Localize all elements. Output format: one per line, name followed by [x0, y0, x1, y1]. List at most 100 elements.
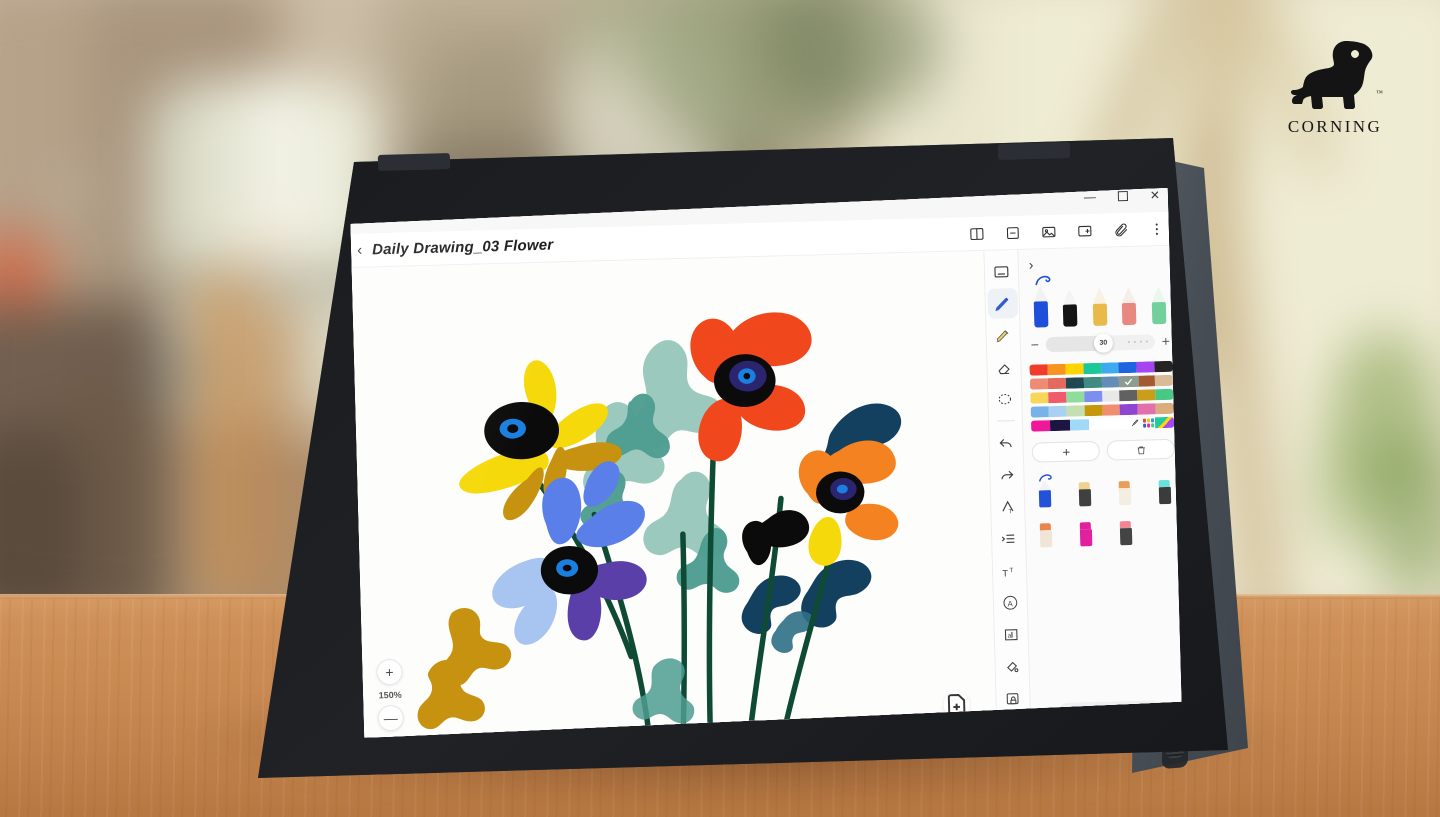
- image-icon[interactable]: [1040, 223, 1057, 240]
- swatch[interactable]: [1066, 405, 1084, 416]
- swatch[interactable]: [1048, 406, 1066, 417]
- swatch[interactable]: [1101, 362, 1119, 373]
- swatch[interactable]: [1030, 378, 1048, 389]
- font-style-icon[interactable]: A: [995, 587, 1026, 618]
- fountain-pen-option[interactable]: [1031, 285, 1049, 327]
- attachment-icon[interactable]: [1112, 221, 1129, 238]
- swatch[interactable]: [1083, 363, 1101, 374]
- fav-fountain-pen-blue[interactable]: [1037, 480, 1053, 507]
- swatch[interactable]: [1108, 418, 1128, 430]
- swatch[interactable]: [1102, 390, 1120, 401]
- size-slider-knob[interactable]: 30: [1094, 333, 1114, 353]
- text-indent-icon[interactable]: [993, 523, 1024, 554]
- text-align-icon[interactable]: a: [996, 619, 1027, 650]
- laptop-screen: ← Samsung Note — ✕ ‹ Daily Drawing_03 Fl…: [350, 188, 1182, 738]
- pen-icon[interactable]: [987, 288, 1018, 319]
- swatch[interactable]: [1048, 392, 1066, 403]
- pen-size-control: − 30 +: [1029, 328, 1173, 358]
- fav-marker-pink[interactable]: [1118, 521, 1134, 545]
- swatch-row-5: [1031, 417, 1174, 432]
- swatch[interactable]: [1089, 419, 1109, 431]
- swatch[interactable]: [1050, 420, 1070, 432]
- fav-pen-orange-2[interactable]: [1038, 523, 1054, 547]
- swatch[interactable]: [1066, 391, 1084, 402]
- swatch[interactable]: [1101, 376, 1119, 387]
- swatch[interactable]: [1102, 404, 1120, 415]
- zoom-out-button[interactable]: —: [377, 705, 404, 732]
- redo-icon[interactable]: [991, 459, 1022, 490]
- fav-pen-orange[interactable]: [1117, 481, 1133, 505]
- swatch[interactable]: [1084, 391, 1102, 402]
- maximize-button[interactable]: [1118, 191, 1128, 201]
- swatch[interactable]: [1047, 364, 1065, 375]
- size-increase-button[interactable]: +: [1160, 333, 1172, 349]
- undo-icon[interactable]: [991, 427, 1022, 458]
- swatch[interactable]: [1137, 361, 1155, 372]
- swatch-row-3: [1030, 389, 1173, 404]
- swatch[interactable]: [1029, 364, 1047, 375]
- zoom-controls: + 150% —: [374, 659, 406, 732]
- calligraphy-pen-option[interactable]: [1061, 288, 1079, 326]
- laptop-hinge-right: [997, 141, 1071, 161]
- swatch[interactable]: [1137, 389, 1155, 400]
- lasso-select-icon[interactable]: [989, 384, 1020, 415]
- eyedropper-icon[interactable]: [1128, 418, 1142, 429]
- swatch[interactable]: [1155, 361, 1173, 372]
- swatch[interactable]: [1120, 390, 1138, 401]
- swatch-row-1: [1029, 361, 1172, 376]
- trash-icon: [1135, 444, 1146, 455]
- delete-pen-button[interactable]: [1107, 439, 1176, 461]
- swatch[interactable]: [1065, 363, 1083, 374]
- text-size-icon[interactable]: TT: [994, 555, 1025, 586]
- swatch[interactable]: [1155, 389, 1173, 400]
- highlighter-icon[interactable]: [988, 320, 1019, 351]
- selected-swatch-check: [1118, 375, 1138, 389]
- add-page-icon[interactable]: [1076, 222, 1093, 239]
- ink-stroke-icon: [1038, 473, 1054, 483]
- swatch-row-2: [1030, 375, 1173, 390]
- text-insert-icon[interactable]: T: [992, 491, 1023, 522]
- custom-color-swatch[interactable]: [1155, 417, 1175, 429]
- swatch[interactable]: [1030, 392, 1048, 403]
- zoom-in-button[interactable]: +: [376, 659, 403, 686]
- note-list-icon[interactable]: [1004, 224, 1021, 241]
- eraser-icon[interactable]: [989, 352, 1020, 383]
- fav-marker-teal[interactable]: [1157, 480, 1173, 504]
- swatch[interactable]: [1083, 377, 1101, 388]
- pencil-option[interactable]: [1090, 288, 1108, 326]
- more-options-icon[interactable]: [1148, 220, 1165, 237]
- expand-panel-chevron[interactable]: ›: [1027, 257, 1034, 273]
- size-slider-dots: [1128, 340, 1148, 343]
- favorite-pens-row-2: [1033, 508, 1177, 548]
- minimize-button[interactable]: —: [1084, 191, 1096, 203]
- flower-illustration: [350, 251, 996, 738]
- swatch[interactable]: [1031, 406, 1049, 417]
- swatch[interactable]: [1031, 420, 1051, 432]
- drawing-canvas[interactable]: + 150% —: [350, 251, 996, 738]
- add-pen-button[interactable]: [1032, 441, 1101, 463]
- svg-text:A: A: [1007, 599, 1013, 608]
- size-decrease-button[interactable]: −: [1029, 336, 1041, 352]
- swatch[interactable]: [1155, 375, 1173, 386]
- swatch[interactable]: [1138, 403, 1156, 414]
- swatch[interactable]: [1119, 362, 1137, 373]
- fav-pen-magenta[interactable]: [1078, 522, 1094, 546]
- swatch[interactable]: [1137, 375, 1155, 386]
- fav-marker-cream[interactable]: [1077, 482, 1093, 506]
- shape-fill-icon[interactable]: [997, 651, 1028, 682]
- swatch[interactable]: [1070, 419, 1090, 431]
- swatch[interactable]: [1084, 405, 1102, 416]
- marker-option[interactable]: [1120, 287, 1138, 325]
- swatch[interactable]: [1048, 378, 1066, 389]
- book-view-icon[interactable]: [968, 225, 985, 242]
- highlighter-option[interactable]: [1149, 286, 1167, 324]
- swatch[interactable]: [1066, 377, 1084, 388]
- document-back-button[interactable]: ‹: [357, 242, 362, 259]
- close-button[interactable]: ✕: [1150, 189, 1160, 201]
- size-slider-track[interactable]: 30: [1046, 334, 1155, 352]
- note-screen-icon[interactable]: [986, 256, 1017, 287]
- color-palette-icon[interactable]: [1142, 417, 1155, 428]
- swatch[interactable]: [1120, 404, 1138, 415]
- pen-type-selector: [1027, 270, 1171, 328]
- swatch[interactable]: [1156, 403, 1174, 414]
